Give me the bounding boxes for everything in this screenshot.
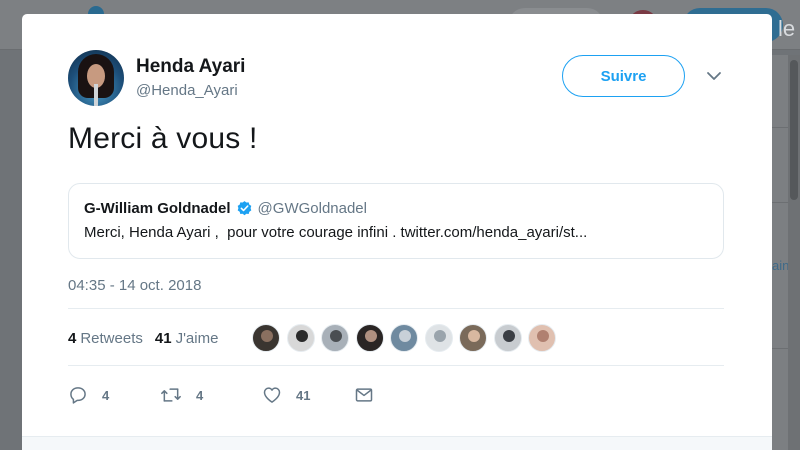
quoted-author-handle: @GWGoldnadel bbox=[257, 200, 367, 217]
liker-avatar[interactable] bbox=[390, 324, 418, 352]
direct-message-action[interactable] bbox=[354, 385, 374, 405]
likes-stat[interactable]: 41 J'aime bbox=[155, 330, 219, 347]
author-avatar[interactable] bbox=[68, 50, 124, 106]
liker-avatar[interactable] bbox=[528, 324, 556, 352]
liker-avatar[interactable] bbox=[424, 324, 453, 352]
envelope-icon bbox=[355, 388, 373, 402]
divider bbox=[68, 365, 724, 366]
divider bbox=[68, 308, 724, 309]
likes-count: 41 bbox=[154, 330, 172, 347]
retweets-count: 4 bbox=[68, 330, 77, 347]
background-link-text: ain bbox=[772, 258, 790, 273]
scrollbar-thumb[interactable] bbox=[790, 60, 798, 200]
background-right-text: le bbox=[778, 16, 796, 41]
quoted-author-name: G-William Goldnadel bbox=[84, 200, 231, 217]
reply-area-strip bbox=[22, 436, 772, 450]
like-count: 41 bbox=[296, 387, 311, 403]
follow-button[interactable]: Suivre bbox=[562, 55, 685, 97]
liker-avatar[interactable] bbox=[459, 324, 487, 352]
quoted-tweet-header: G-William Goldnadel @GWGoldnadel bbox=[84, 200, 367, 217]
heart-icon bbox=[263, 387, 281, 403]
retweet-count: 4 bbox=[196, 387, 204, 403]
reply-action[interactable]: 4 bbox=[68, 385, 160, 405]
tweet-timestamp[interactable]: 04:35 - 14 oct. 2018 bbox=[68, 277, 201, 294]
author-name[interactable]: Henda Ayari bbox=[136, 56, 245, 78]
chevron-down-icon[interactable] bbox=[706, 68, 722, 84]
tweet-modal: Henda Ayari @Henda_Ayari Suivre Merci à … bbox=[22, 14, 772, 450]
retweets-label: Retweets bbox=[80, 330, 143, 347]
liker-avatar[interactable] bbox=[493, 324, 522, 352]
likes-label: J'aime bbox=[175, 330, 219, 347]
quoted-tweet[interactable]: G-William Goldnadel @GWGoldnadel Merci, … bbox=[68, 183, 724, 259]
reply-icon bbox=[70, 387, 86, 404]
tweet-text: Merci à vous ! bbox=[68, 122, 258, 155]
quoted-tweet-text: Merci, Henda Ayari , pour votre courage … bbox=[84, 224, 588, 241]
like-action[interactable]: 41 bbox=[262, 385, 354, 405]
verified-badge-icon bbox=[237, 201, 251, 216]
retweet-action[interactable]: 4 bbox=[160, 385, 262, 405]
retweet-icon bbox=[161, 388, 181, 402]
liker-avatar[interactable] bbox=[355, 324, 384, 352]
liker-avatar[interactable] bbox=[286, 324, 315, 352]
tweet-actions: 4 4 41 bbox=[68, 384, 374, 406]
retweets-stat[interactable]: 4 Retweets bbox=[68, 330, 143, 347]
tweet-stats: 4 Retweets 41 J'aime bbox=[68, 330, 230, 347]
liker-avatars bbox=[252, 324, 563, 352]
liker-avatar[interactable] bbox=[321, 324, 349, 352]
liker-avatar[interactable] bbox=[252, 324, 280, 352]
reply-count: 4 bbox=[102, 387, 110, 403]
author-handle[interactable]: @Henda_Ayari bbox=[136, 82, 238, 99]
